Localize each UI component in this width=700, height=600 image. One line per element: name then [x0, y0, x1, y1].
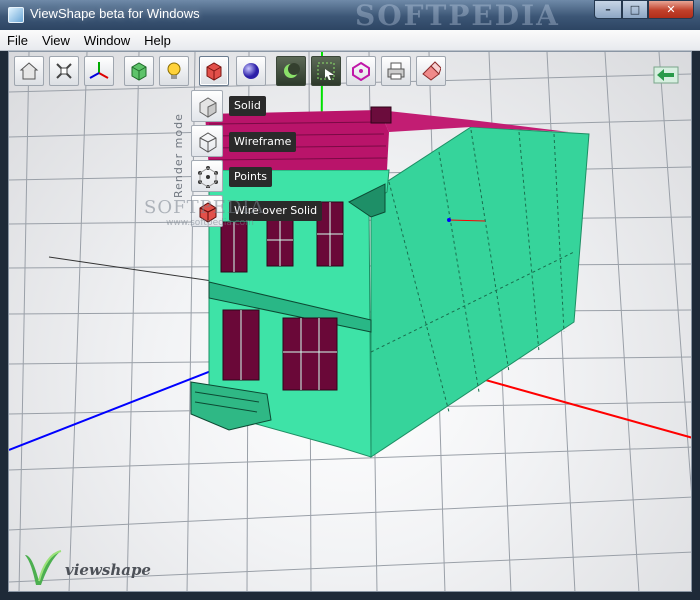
logo-v-icon [25, 550, 62, 585]
app-window: ViewShape beta for Windows SOFTPEDIA – □… [0, 0, 700, 600]
3d-viewport[interactable]: Render mode Solid Wireframe Points Wire … [8, 51, 692, 592]
fit-view-button[interactable] [49, 56, 79, 86]
close-button[interactable]: ✕ [648, 0, 694, 19]
selection-button[interactable] [311, 56, 341, 86]
logo-text: viewshape [65, 561, 151, 579]
wireframe-cube-icon [199, 132, 217, 153]
erase-button[interactable] [416, 56, 446, 86]
render-points-button[interactable] [191, 160, 223, 192]
red-cube-icon [206, 62, 222, 81]
house-icon [19, 62, 39, 80]
points-cube-icon [198, 166, 218, 188]
moon-icon [284, 63, 300, 78]
axes-icon [89, 62, 109, 79]
watermark-center: SOFTPEDIA [144, 197, 265, 218]
bulb-icon [167, 62, 181, 79]
menu-window[interactable]: Window [77, 33, 137, 48]
menu-help[interactable]: Help [137, 33, 178, 48]
render-mode-caption: Render mode [172, 113, 185, 198]
render-solid-button[interactable] [191, 90, 223, 122]
watermark-title: SOFTPEDIA [355, 0, 560, 32]
render-wireframe-button[interactable] [191, 125, 223, 157]
back-arrow-icon[interactable] [653, 64, 679, 86]
render-mode-button[interactable] [199, 56, 229, 86]
menu-file[interactable]: File [0, 33, 35, 48]
sphere-icon [243, 63, 259, 79]
scene-canvas[interactable] [9, 52, 692, 592]
bounding-box-button[interactable] [124, 56, 154, 86]
printer-icon [387, 62, 405, 80]
app-icon [8, 7, 24, 23]
menu-bar: File View Window Help [0, 30, 700, 51]
fit-arrows-icon [56, 63, 72, 79]
window-title: ViewShape beta for Windows [30, 6, 200, 21]
eraser-icon [422, 61, 441, 81]
transform-button[interactable] [346, 56, 376, 86]
maximize-button[interactable]: □ [622, 0, 648, 19]
watermark-url: www.softpedia.com [166, 218, 254, 228]
render-wireframe-label[interactable]: Wireframe [229, 132, 297, 152]
menu-view[interactable]: View [35, 33, 77, 48]
axes-button[interactable] [84, 56, 114, 86]
shadow-button[interactable] [276, 56, 306, 86]
select-box-icon [317, 62, 335, 80]
home-view-button[interactable] [14, 56, 44, 86]
green-box-icon [131, 62, 147, 81]
lighting-button[interactable] [159, 56, 189, 86]
material-button[interactable] [236, 56, 266, 86]
solid-cube-icon [199, 97, 217, 118]
minimize-button[interactable]: – [594, 0, 622, 19]
pink-gizmo-icon [352, 61, 370, 81]
viewshape-logo: viewshape [21, 547, 151, 587]
render-points-label[interactable]: Points [229, 167, 273, 187]
title-bar[interactable]: ViewShape beta for Windows SOFTPEDIA – □… [0, 0, 700, 32]
render-solid-label[interactable]: Solid [229, 96, 266, 116]
print-button[interactable] [381, 56, 411, 86]
